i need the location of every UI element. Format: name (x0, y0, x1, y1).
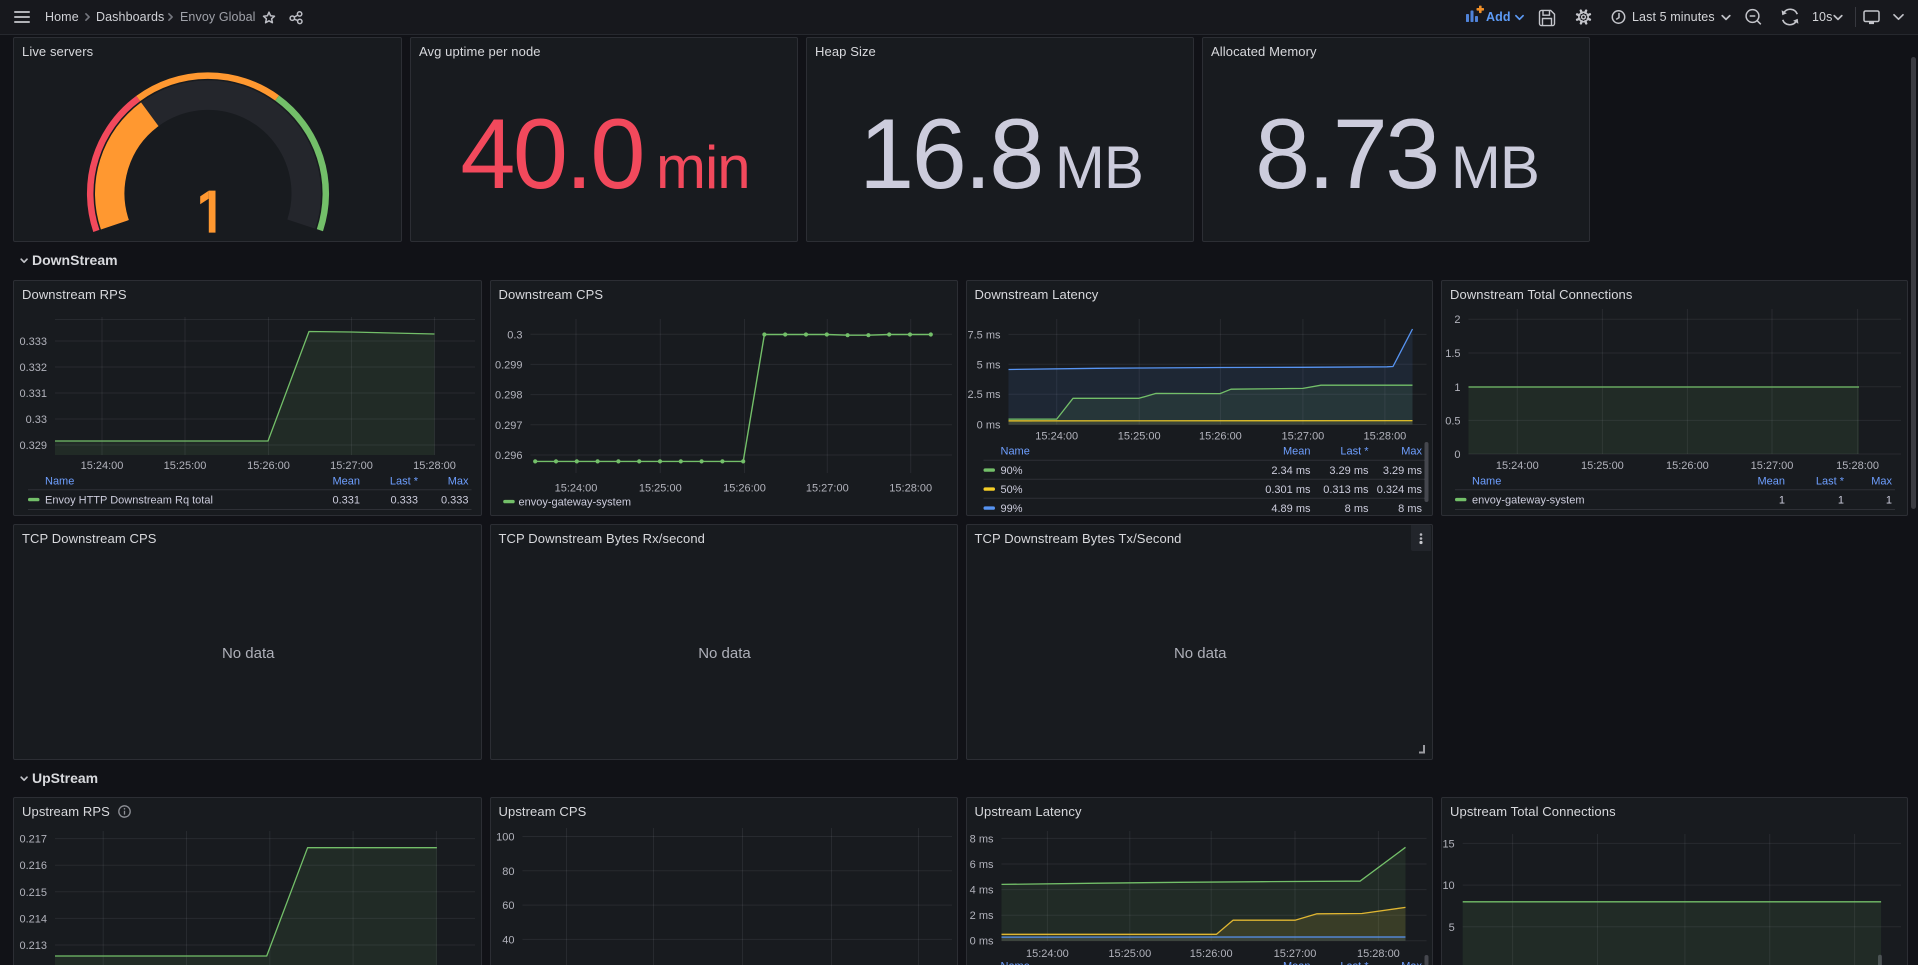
svg-text:envoy-gateway-system: envoy-gateway-system (1472, 495, 1585, 507)
svg-text:Name: Name (1472, 476, 1501, 488)
svg-text:80: 80 (502, 866, 514, 878)
svg-text:8 ms: 8 ms (1398, 503, 1422, 515)
svg-text:0.213: 0.213 (19, 940, 47, 952)
svg-text:1: 1 (1779, 495, 1785, 507)
svg-text:0.331: 0.331 (332, 495, 360, 507)
svg-text:0.215: 0.215 (19, 887, 47, 899)
svg-text:Last *: Last * (390, 476, 419, 488)
svg-text:Name: Name (1000, 961, 1029, 965)
svg-text:1: 1 (1886, 495, 1892, 507)
svg-text:0.333: 0.333 (19, 336, 47, 348)
svg-text:90%: 90% (1000, 465, 1022, 477)
svg-text:15:28:00: 15:28:00 (413, 460, 456, 472)
svg-text:5 ms: 5 ms (976, 359, 1000, 371)
svg-text:15:28:00: 15:28:00 (889, 483, 932, 495)
svg-text:0.333: 0.333 (390, 495, 418, 507)
svg-text:0.332: 0.332 (19, 362, 47, 374)
svg-text:15:25:00: 15:25:00 (1117, 430, 1160, 442)
svg-text:15:27:00: 15:27:00 (1281, 430, 1324, 442)
svg-text:0.297: 0.297 (494, 420, 522, 432)
svg-text:15:26:00: 15:26:00 (1198, 430, 1241, 442)
svg-text:Envoy HTTP Downstream Rq total: Envoy HTTP Downstream Rq total (45, 495, 213, 507)
svg-text:8 ms: 8 ms (1344, 503, 1368, 515)
svg-text:4.89 ms: 4.89 ms (1271, 503, 1311, 515)
svg-text:3.29 ms: 3.29 ms (1329, 465, 1369, 477)
svg-text:99%: 99% (1000, 503, 1022, 515)
svg-text:15:26:00: 15:26:00 (247, 460, 290, 472)
svg-text:envoy-gateway-system: envoy-gateway-system (518, 497, 631, 509)
svg-text:2.34 ms: 2.34 ms (1271, 465, 1311, 477)
svg-text:15:28:00: 15:28:00 (1363, 430, 1406, 442)
svg-text:15:25:00: 15:25:00 (164, 460, 207, 472)
svg-text:0.333: 0.333 (441, 495, 469, 507)
svg-text:2: 2 (1454, 314, 1460, 326)
svg-text:Last *: Last * (1816, 476, 1845, 488)
svg-text:0: 0 (1454, 449, 1460, 461)
svg-text:15:24:00: 15:24:00 (81, 460, 124, 472)
svg-text:0.216: 0.216 (19, 860, 47, 872)
svg-text:0.301 ms: 0.301 ms (1265, 484, 1311, 496)
svg-text:0.5: 0.5 (1445, 415, 1460, 427)
svg-text:100: 100 (496, 832, 514, 844)
svg-text:Max: Max (1401, 446, 1422, 458)
svg-text:Mean: Mean (1282, 446, 1310, 458)
svg-text:15:28:00: 15:28:00 (1836, 460, 1879, 472)
svg-text:Name: Name (45, 476, 74, 488)
svg-text:Max: Max (1871, 476, 1892, 488)
svg-text:Last *: Last * (1340, 961, 1369, 965)
svg-text:15:26:00: 15:26:00 (723, 483, 766, 495)
svg-text:0.324 ms: 0.324 ms (1376, 484, 1422, 496)
svg-text:0.329: 0.329 (19, 440, 47, 452)
svg-text:Mean: Mean (1282, 961, 1310, 965)
svg-text:1: 1 (1454, 382, 1460, 394)
svg-text:0.298: 0.298 (494, 390, 522, 402)
svg-text:15:27:00: 15:27:00 (805, 483, 848, 495)
svg-text:7.5 ms: 7.5 ms (967, 329, 1001, 341)
svg-text:50%: 50% (1000, 484, 1022, 496)
svg-text:Max: Max (448, 476, 469, 488)
svg-text:1.5: 1.5 (1445, 348, 1460, 360)
svg-text:15:26:00: 15:26:00 (1666, 460, 1709, 472)
svg-text:0.296: 0.296 (494, 450, 522, 462)
svg-text:15:27:00: 15:27:00 (1751, 460, 1794, 472)
svg-text:Max: Max (1401, 961, 1422, 965)
svg-text:0 ms: 0 ms (976, 420, 1000, 432)
svg-text:0.217: 0.217 (19, 834, 47, 846)
svg-text:15:25:00: 15:25:00 (638, 483, 681, 495)
svg-text:Name: Name (1000, 446, 1029, 458)
svg-text:15:24:00: 15:24:00 (554, 483, 597, 495)
svg-text:0.33: 0.33 (26, 414, 47, 426)
svg-text:0.214: 0.214 (19, 913, 47, 925)
svg-text:15:24:00: 15:24:00 (1035, 430, 1078, 442)
svg-text:60: 60 (502, 900, 514, 912)
svg-text:40: 40 (502, 934, 514, 946)
svg-text:2.5 ms: 2.5 ms (967, 389, 1001, 401)
svg-text:15:25:00: 15:25:00 (1581, 460, 1624, 472)
svg-text:0.313 ms: 0.313 ms (1323, 484, 1369, 496)
svg-text:Last *: Last * (1340, 446, 1369, 458)
svg-text:0.299: 0.299 (494, 359, 522, 371)
svg-text:15:27:00: 15:27:00 (330, 460, 373, 472)
svg-text:0.3: 0.3 (507, 329, 522, 341)
svg-text:Mean: Mean (332, 476, 360, 488)
svg-text:15:24:00: 15:24:00 (1496, 460, 1539, 472)
svg-text:Mean: Mean (1757, 476, 1785, 488)
svg-text:0.331: 0.331 (19, 388, 47, 400)
svg-text:1: 1 (1838, 495, 1844, 507)
svg-text:3.29 ms: 3.29 ms (1382, 465, 1422, 477)
